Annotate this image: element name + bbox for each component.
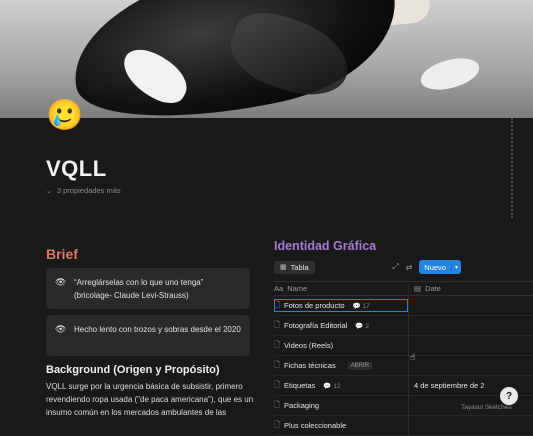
page-icon: 🗋 <box>274 360 281 369</box>
open-row-button[interactable]: ABRIR <box>347 361 373 370</box>
comment-count: 💬 17 <box>352 302 370 310</box>
brief-heading: Brief <box>46 246 78 262</box>
help-button[interactable]: ? <box>500 387 518 405</box>
mouse-cursor-icon: ☝ <box>410 352 416 362</box>
callout-note[interactable]: 👁 Hecho lento con trozos y sobras desde … <box>46 315 250 356</box>
identidad-grafica-heading[interactable]: Identidad Gráfica <box>274 239 376 253</box>
column-label: Name <box>287 284 308 293</box>
table-row[interactable]: 🗋 Plus coleccionable <box>274 416 533 436</box>
new-button[interactable]: Nuevo ▾ <box>419 260 461 274</box>
column-header-date[interactable]: ▤ Date <box>408 284 533 293</box>
table-row[interactable]: 🗋 Fichas técnicas ABRIR <box>274 356 533 376</box>
row-date-cell[interactable] <box>408 416 533 435</box>
callout-quote[interactable]: 👁 “Arreglárselas con lo que uno tenga” (… <box>46 268 250 309</box>
row-title: Fotografía Editorial <box>284 321 348 330</box>
row-date-cell[interactable] <box>408 316 533 335</box>
row-name-cell[interactable]: 🗋 Etiquetas 💬 12 <box>274 379 408 392</box>
row-name-cell[interactable]: 🗋 Videos (Reels) <box>274 339 408 352</box>
page-icon: 🗋 <box>274 340 281 349</box>
row-title: Fotos de producto <box>284 301 345 310</box>
row-name-cell[interactable]: 🗋 Fichas técnicas ABRIR <box>274 359 408 372</box>
column-header-name[interactable]: Aa Name <box>274 284 408 293</box>
comment-count: 💬 2 <box>355 322 369 330</box>
background-heading: Background (Origen y Propósito) <box>46 364 220 376</box>
row-name-cell[interactable]: 🗋 Packaging <box>274 399 408 412</box>
table-row[interactable]: 🗋 Fotografía Editorial 💬 2 <box>274 316 533 336</box>
callout-text: Hecho lento con trozos y sobras desde el… <box>74 325 241 334</box>
settings-sliders-icon[interactable]: ⇄ <box>406 263 413 272</box>
row-name-cell[interactable]: 🗋 Fotografía Editorial 💬 2 <box>274 319 408 332</box>
page-emoji-icon[interactable]: 🥲 <box>46 97 84 135</box>
row-name-cell[interactable]: 🗋 Plus coleccionable <box>274 419 408 432</box>
new-button-label: Nuevo <box>424 262 446 272</box>
callout-text: “Arreglárselas con lo que uno tenga” (br… <box>74 278 204 300</box>
database-view-bar: ▦ Tabla ⤢ ⇄ Nuevo ▾ <box>274 259 461 275</box>
tab-label: Tabla <box>290 262 309 272</box>
table-icon: ▦ <box>280 264 287 271</box>
row-date-cell[interactable] <box>408 356 533 375</box>
page-icon: 🗋 <box>274 400 281 409</box>
database-table: Aa Name ▤ Date 🗋 Fotos de producto 💬 17 … <box>274 281 533 436</box>
page-icon: 🗋 <box>274 320 281 329</box>
table-row[interactable]: 🗋 Fotos de producto 💬 17 <box>274 296 533 316</box>
calendar-icon: ▤ <box>414 284 422 293</box>
chevron-down-icon: ⌄ <box>46 187 52 195</box>
row-date-cell[interactable] <box>408 336 533 355</box>
page-icon: 🗋 <box>274 380 281 389</box>
watermark-text: Tayasui Sketches <box>461 404 512 411</box>
table-row[interactable]: 🗋 Videos (Reels) <box>274 336 533 356</box>
expand-icon[interactable]: ⤢ <box>392 262 398 272</box>
page-title[interactable]: VQLL <box>46 156 107 182</box>
row-title: Videos (Reels) <box>284 341 334 350</box>
row-date-cell[interactable] <box>408 296 533 315</box>
background-paragraph[interactable]: VQLL surge por la urgencia básica de sub… <box>46 380 270 419</box>
text-type-icon: Aa <box>274 284 284 293</box>
row-title: Fichas técnicas <box>284 361 336 370</box>
table-header: Aa Name ▤ Date <box>274 281 533 296</box>
tab-tabla[interactable]: ▦ Tabla <box>274 260 315 274</box>
properties-toggle-label: 3 propiedades más <box>56 186 121 195</box>
scroll-indicator <box>511 118 515 218</box>
properties-toggle[interactable]: ⌄ 3 propiedades más <box>46 186 121 195</box>
row-title: Packaging <box>284 401 320 410</box>
row-name-cell[interactable]: 🗋 Fotos de producto 💬 17 <box>274 299 408 312</box>
table-row[interactable]: 🗋 Etiquetas 💬 12 4 de septiembre de 2 <box>274 376 533 396</box>
page-icon: 🗋 <box>274 420 281 429</box>
chevron-down-icon[interactable]: ▾ <box>450 263 461 271</box>
comment-count: 💬 12 <box>323 382 341 390</box>
column-label: Date <box>425 284 441 293</box>
page-icon: 🗋 <box>274 300 281 309</box>
row-title: Plus coleccionable <box>284 421 347 430</box>
eye-icon: 👁 <box>55 324 67 334</box>
row-title: Etiquetas <box>284 381 316 390</box>
eye-icon: 👁 <box>55 277 67 287</box>
